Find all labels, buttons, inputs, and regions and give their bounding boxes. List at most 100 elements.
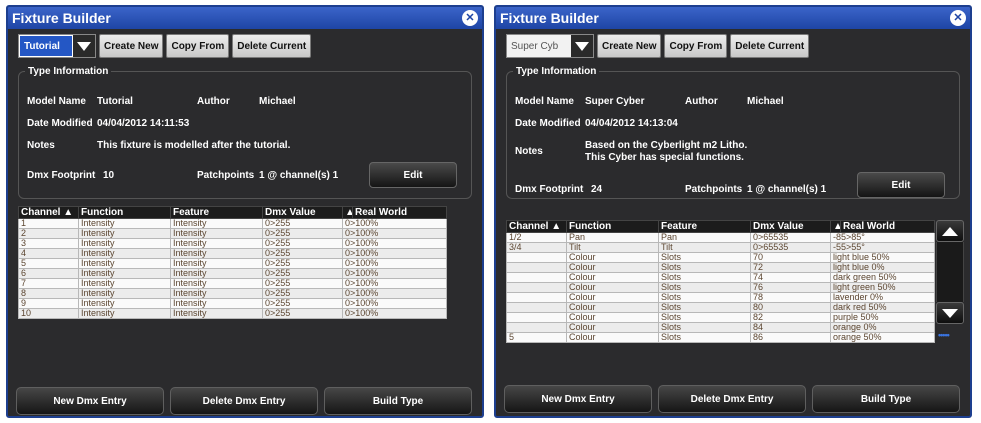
table-row[interactable]: Colour Slots 82 purple 50%: [506, 312, 935, 323]
scroll-down-button[interactable]: [936, 302, 964, 324]
create-new-button[interactable]: Create New: [597, 34, 662, 58]
table-row[interactable]: 6 Intensity Intensity 0>255 0>100%: [18, 268, 447, 279]
real-world-cell[interactable]: dark green 50%: [830, 272, 935, 283]
build-type-button[interactable]: Build Type: [812, 385, 960, 413]
dmx-value-cell[interactable]: 0>255: [262, 238, 343, 249]
table-row[interactable]: 10 Intensity Intensity 0>255 0>100%: [18, 308, 447, 319]
feature-cell[interactable]: Slots: [658, 312, 751, 323]
feature-cell[interactable]: Pan: [658, 232, 751, 243]
channel-cell[interactable]: [506, 252, 567, 263]
function-cell[interactable]: Colour: [566, 292, 659, 303]
real-world-cell[interactable]: 0>100%: [342, 258, 447, 269]
feature-cell[interactable]: Slots: [658, 292, 751, 303]
table-row[interactable]: 2 Intensity Intensity 0>255 0>100%: [18, 228, 447, 239]
dmx-value-cell[interactable]: 80: [750, 302, 831, 313]
function-cell[interactable]: Intensity: [78, 288, 171, 299]
copy-from-button[interactable]: Copy From: [664, 34, 728, 58]
channel-cell[interactable]: 6: [18, 268, 79, 279]
feature-cell[interactable]: Slots: [658, 302, 751, 313]
table-row[interactable]: 9 Intensity Intensity 0>255 0>100%: [18, 298, 447, 309]
function-cell[interactable]: Colour: [566, 332, 659, 343]
feature-cell[interactable]: Intensity: [170, 288, 263, 299]
dmx-value-cell[interactable]: 0>255: [262, 258, 343, 269]
new-dmx-entry-button[interactable]: New Dmx Entry: [504, 385, 652, 413]
channel-cell[interactable]: [506, 292, 567, 303]
copy-from-button[interactable]: Copy From: [166, 34, 230, 58]
feature-cell[interactable]: Intensity: [170, 298, 263, 309]
real-world-cell[interactable]: 0>100%: [342, 248, 447, 259]
channel-cell[interactable]: 3/4: [506, 242, 567, 253]
real-world-cell[interactable]: -85>85°: [830, 232, 935, 243]
table-row[interactable]: Colour Slots 78 lavender 0%: [506, 292, 935, 303]
dmx-value-cell[interactable]: 0>255: [262, 298, 343, 309]
channel-cell[interactable]: 10: [18, 308, 79, 319]
function-cell[interactable]: Colour: [566, 262, 659, 273]
real-world-header[interactable]: Real World: [352, 206, 447, 219]
dmx-value-cell[interactable]: 74: [750, 272, 831, 283]
real-world-cell[interactable]: 0>100%: [342, 288, 447, 299]
real-world-cell[interactable]: orange 50%: [830, 332, 935, 343]
title-bar[interactable]: Fixture Builder ✕: [8, 7, 482, 29]
feature-cell[interactable]: Intensity: [170, 268, 263, 279]
table-row[interactable]: Colour Slots 74 dark green 50%: [506, 272, 935, 283]
table-row[interactable]: Colour Slots 76 light green 50%: [506, 282, 935, 293]
real-world-cell[interactable]: light blue 50%: [830, 252, 935, 263]
table-row[interactable]: 7 Intensity Intensity 0>255 0>100%: [18, 278, 447, 289]
dmx-value-cell[interactable]: 76: [750, 282, 831, 293]
table-row[interactable]: Colour Slots 72 light blue 0%: [506, 262, 935, 273]
dmx-value-cell[interactable]: 0>65535: [750, 242, 831, 253]
chevron-down-icon[interactable]: [73, 35, 95, 57]
channel-cell[interactable]: 9: [18, 298, 79, 309]
table-scrollbar[interactable]: •••••: [936, 220, 964, 340]
channel-cell[interactable]: [506, 282, 567, 293]
table-row[interactable]: Colour Slots 84 orange 0%: [506, 322, 935, 333]
feature-cell[interactable]: Tilt: [658, 242, 751, 253]
channel-cell[interactable]: 3: [18, 238, 79, 249]
real-world-cell[interactable]: 0>100%: [342, 268, 447, 279]
function-header[interactable]: Function: [566, 220, 659, 233]
channel-cell[interactable]: 2: [18, 228, 79, 239]
feature-cell[interactable]: Slots: [658, 252, 751, 263]
channel-cell[interactable]: [506, 312, 567, 323]
channel-cell[interactable]: [506, 302, 567, 313]
function-cell[interactable]: Colour: [566, 252, 659, 263]
table-row[interactable]: 3 Intensity Intensity 0>255 0>100%: [18, 238, 447, 249]
sort-icon[interactable]: ▲: [342, 206, 353, 219]
dmx-value-cell[interactable]: 78: [750, 292, 831, 303]
function-cell[interactable]: Colour: [566, 302, 659, 313]
function-header[interactable]: Function: [78, 206, 171, 219]
feature-cell[interactable]: Slots: [658, 322, 751, 333]
feature-cell[interactable]: Intensity: [170, 258, 263, 269]
delete-dmx-entry-button[interactable]: Delete Dmx Entry: [170, 387, 318, 415]
chevron-down-icon[interactable]: [571, 35, 593, 57]
real-world-cell[interactable]: 0>100%: [342, 218, 447, 229]
table-row[interactable]: 3/4 Tilt Tilt 0>65535 -55>55°: [506, 242, 935, 253]
channel-cell[interactable]: [506, 272, 567, 283]
sort-icon[interactable]: ▲: [830, 220, 841, 233]
feature-cell[interactable]: Intensity: [170, 278, 263, 289]
real-world-header[interactable]: Real World: [840, 220, 935, 233]
function-cell[interactable]: Intensity: [78, 228, 171, 239]
table-row[interactable]: 8 Intensity Intensity 0>255 0>100%: [18, 288, 447, 299]
table-row[interactable]: 1/2 Pan Pan 0>65535 -85>85°: [506, 232, 935, 243]
table-row[interactable]: 5 Intensity Intensity 0>255 0>100%: [18, 258, 447, 269]
channel-cell[interactable]: 4: [18, 248, 79, 259]
real-world-cell[interactable]: lavender 0%: [830, 292, 935, 303]
create-new-button[interactable]: Create New: [99, 34, 164, 58]
channel-cell[interactable]: [506, 322, 567, 333]
real-world-cell[interactable]: 0>100%: [342, 308, 447, 319]
dmx-value-cell[interactable]: 0>255: [262, 308, 343, 319]
real-world-cell[interactable]: 0>100%: [342, 278, 447, 289]
delete-dmx-entry-button[interactable]: Delete Dmx Entry: [658, 385, 806, 413]
delete-current-button[interactable]: Delete Current: [730, 34, 810, 58]
real-world-cell[interactable]: -55>55°: [830, 242, 935, 253]
edit-button[interactable]: Edit: [369, 162, 457, 188]
function-cell[interactable]: Colour: [566, 312, 659, 323]
channel-cell[interactable]: 1: [18, 218, 79, 229]
real-world-cell[interactable]: 0>100%: [342, 298, 447, 309]
feature-cell[interactable]: Intensity: [170, 218, 263, 229]
dmx-value-cell[interactable]: 84: [750, 322, 831, 333]
function-cell[interactable]: Intensity: [78, 258, 171, 269]
table-row[interactable]: 1 Intensity Intensity 0>255 0>100%: [18, 218, 447, 229]
table-row[interactable]: Colour Slots 80 dark red 50%: [506, 302, 935, 313]
